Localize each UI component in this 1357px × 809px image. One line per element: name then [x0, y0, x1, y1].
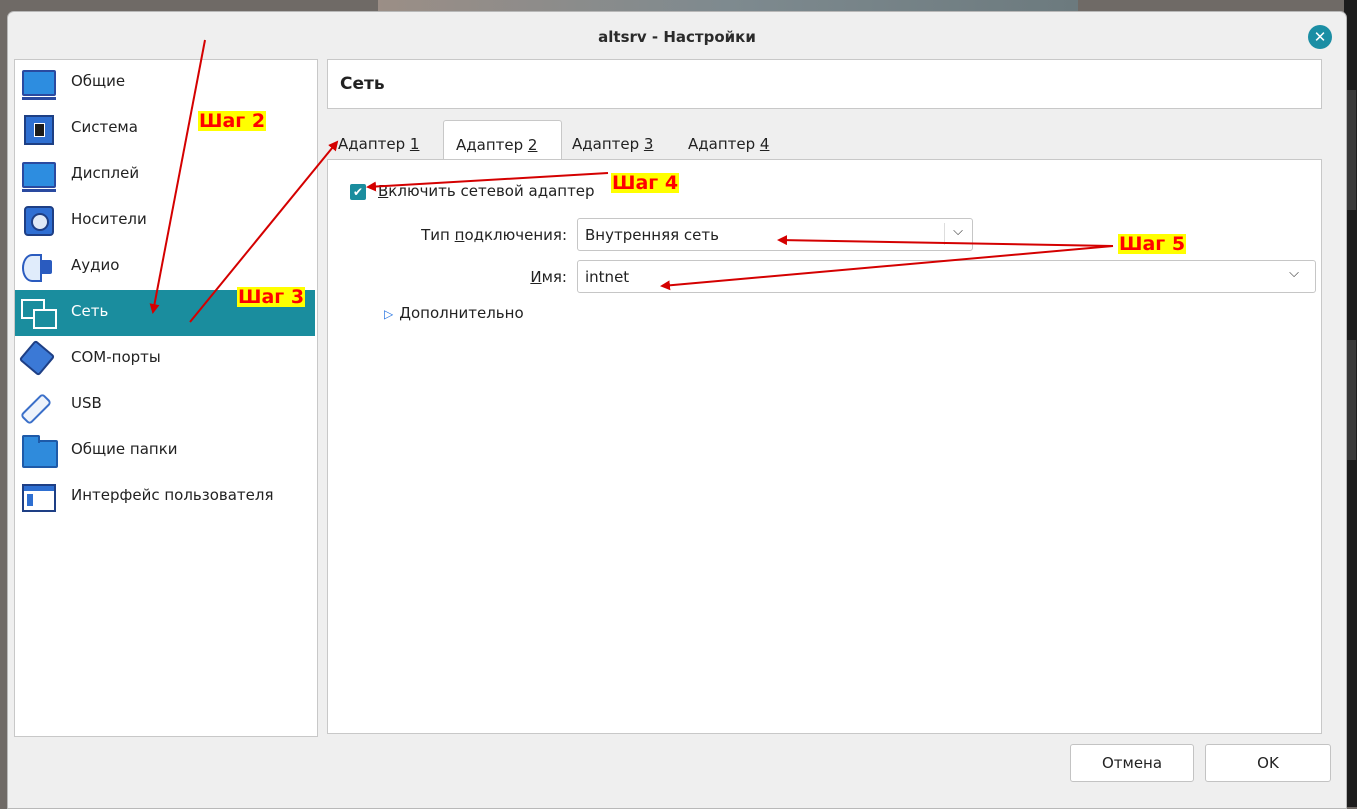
sidebar-item-label: COM-порты — [71, 348, 161, 366]
combo-separator — [944, 223, 945, 245]
tab-label: Адаптер — [572, 135, 644, 153]
annotation-step-2: Шаг 2 — [198, 110, 267, 132]
enable-adapter-text: ключить сетевой адаптер — [388, 182, 595, 200]
sidebar-item-serial-ports[interactable]: COM-порты — [15, 336, 315, 382]
settings-category-list[interactable]: Общие Система Дисплей Носители Аудио Сет… — [14, 59, 318, 737]
network-name-value: intnet — [585, 268, 630, 286]
tab-adapter-3[interactable]: Адаптер 3 — [566, 120, 678, 160]
mnemonic: Д — [399, 304, 411, 322]
ok-button[interactable]: OK — [1205, 744, 1331, 782]
tab-adapter-1[interactable]: Адаптер 1 — [336, 120, 444, 160]
page-title: Сеть — [340, 74, 385, 94]
advanced-label: ополнительно — [410, 304, 524, 322]
display-monitor-icon — [19, 160, 57, 192]
sidebar-item-label: USB — [71, 394, 102, 412]
mnemonic: В — [378, 182, 389, 200]
close-icon: ✕ — [1313, 28, 1327, 46]
annotation-step-4: Шаг 4 — [611, 172, 680, 194]
user-interface-icon — [19, 482, 57, 512]
sidebar-item-usb[interactable]: USB — [15, 382, 315, 428]
tab-mnemonic: 2 — [527, 136, 538, 154]
tab-label: Адаптер — [688, 135, 760, 153]
sidebar-item-storage[interactable]: Носители — [15, 198, 315, 244]
sidebar-item-display[interactable]: Дисплей — [15, 152, 315, 198]
sidebar-item-label: Носители — [71, 210, 147, 228]
chevron-down-icon[interactable]: ⌵ — [1283, 266, 1305, 286]
tab-mnemonic: 4 — [759, 135, 770, 153]
attached-to-label: Тип подключения: — [368, 226, 567, 244]
storage-disk-icon — [19, 206, 57, 236]
sidebar-item-label: Сеть — [71, 302, 109, 320]
enable-adapter-checkbox[interactable]: ✔ — [350, 184, 366, 200]
sidebar-item-general[interactable]: Общие — [15, 60, 315, 106]
background-block — [1346, 90, 1356, 210]
section-header: Сеть — [327, 59, 1322, 109]
label-text: Тип — [421, 226, 455, 244]
general-monitor-icon — [19, 68, 57, 100]
annotation-step-3: Шаг 3 — [237, 286, 306, 308]
window-title: altsrv - Настройки — [598, 28, 756, 46]
name-label: Имя: — [468, 268, 567, 286]
tab-label: Адаптер — [338, 135, 410, 153]
serial-port-icon — [18, 339, 57, 377]
network-name-combobox[interactable]: intnet ⌵ — [577, 260, 1316, 293]
audio-speaker-icon — [19, 252, 57, 282]
sidebar-item-label: Общие — [71, 72, 126, 90]
chevron-down-icon[interactable]: ⌵ — [947, 224, 969, 244]
tab-mnemonic: 1 — [409, 135, 420, 153]
attached-to-select[interactable]: Внутренняя сеть ⌵ — [577, 218, 973, 251]
label-text: мя: — [541, 268, 567, 286]
advanced-expander[interactable]: ▷ Дополнительно — [384, 304, 524, 322]
sidebar-item-label: Аудио — [71, 256, 120, 274]
sidebar-item-label: Дисплей — [71, 164, 140, 182]
shared-folder-icon — [19, 435, 58, 468]
sidebar-item-system[interactable]: Система — [15, 106, 315, 152]
sidebar-item-label: Общие папки — [71, 440, 178, 458]
usb-icon — [19, 390, 57, 426]
sidebar-item-audio[interactable]: Аудио — [15, 244, 315, 290]
expand-triangle-icon: ▷ — [384, 307, 394, 321]
tab-label: Адаптер — [456, 136, 528, 154]
sidebar-item-shared-folders[interactable]: Общие папки — [15, 428, 315, 474]
cancel-button[interactable]: Отмена — [1070, 744, 1194, 782]
tab-adapter-2[interactable]: Адаптер 2 — [443, 120, 562, 161]
title-bar[interactable]: altsrv - Настройки ✕ — [8, 12, 1346, 62]
tab-mnemonic: 3 — [643, 135, 654, 153]
enable-adapter-label[interactable]: Включить сетевой адаптер — [378, 182, 595, 200]
close-button[interactable]: ✕ — [1308, 25, 1332, 49]
annotation-step-5: Шаг 5 — [1118, 233, 1187, 255]
sidebar-item-user-interface[interactable]: Интерфейс пользователя — [15, 474, 315, 520]
tab-adapter-4[interactable]: Адаптер 4 — [682, 120, 794, 160]
mnemonic: п — [454, 226, 465, 244]
checkmark-icon: ✔ — [352, 185, 364, 199]
label-text: одключения: — [464, 226, 567, 244]
network-icon — [19, 298, 57, 329]
attached-to-value: Внутренняя сеть — [585, 226, 719, 244]
mnemonic: И — [530, 268, 542, 286]
sidebar-item-label: Интерфейс пользователя — [71, 486, 274, 504]
sidebar-item-label: Система — [71, 118, 138, 136]
background-block — [1346, 340, 1356, 460]
system-chip-icon — [19, 114, 57, 145]
